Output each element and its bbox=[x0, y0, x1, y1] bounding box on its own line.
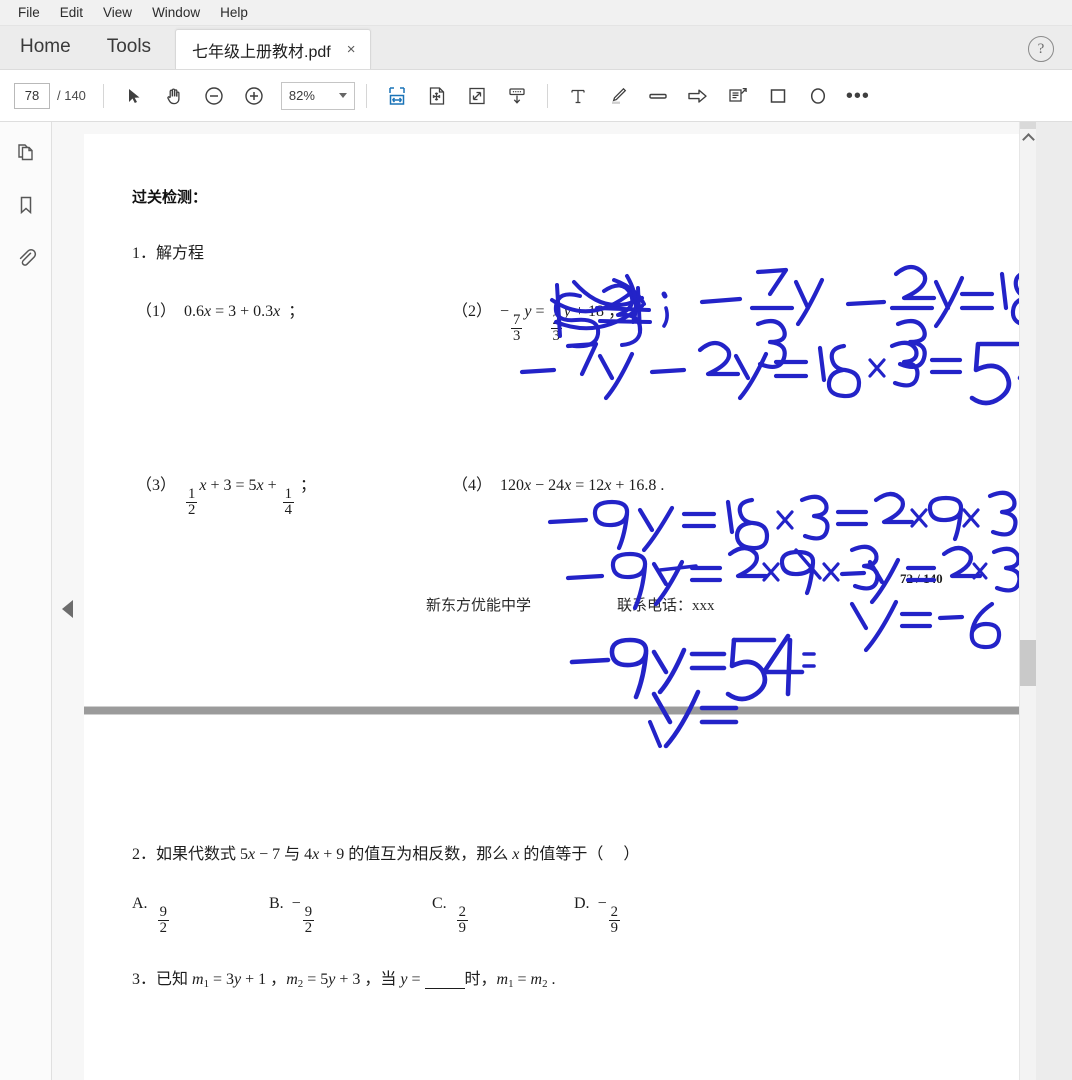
pan-page-icon[interactable] bbox=[418, 77, 456, 115]
choice-c[interactable]: C. 29 bbox=[432, 895, 470, 936]
fit-width-icon[interactable] bbox=[378, 77, 416, 115]
scrollbar-top-cap bbox=[1020, 122, 1037, 129]
note-icon[interactable] bbox=[719, 77, 757, 115]
choice-c-value: 29 bbox=[456, 903, 469, 936]
left-rail bbox=[0, 122, 52, 1080]
tab-home[interactable]: Home bbox=[0, 25, 89, 69]
document-tab[interactable]: 七年级上册教材.pdf × bbox=[175, 29, 371, 69]
hand-tool-icon[interactable] bbox=[155, 77, 193, 115]
equation-3: （3） 12x + 3 = 5x + 14 ； bbox=[136, 471, 316, 518]
choice-b-value: −9 2 bbox=[287, 895, 315, 936]
line-icon[interactable] bbox=[639, 77, 677, 115]
page-navigator: / 140 bbox=[14, 82, 86, 109]
choice-a[interactable]: A. 92 bbox=[132, 895, 171, 936]
attachments-icon[interactable] bbox=[9, 240, 43, 274]
tab-bar: Home Tools 七年级上册教材.pdf × ? bbox=[0, 26, 1072, 70]
choice-b-letter: B. bbox=[269, 895, 284, 912]
question-1-label: 1．解方程 bbox=[132, 245, 205, 262]
equation-4-tag: （4） bbox=[452, 477, 493, 494]
equation-2-expr: −7 3 y = 23y + 18 ； bbox=[496, 303, 625, 344]
zoom-out-icon[interactable] bbox=[195, 77, 233, 115]
equation-1-expr: 0.6x = 3 + 0.3x ； bbox=[180, 303, 305, 320]
equation-1-tag: （1） bbox=[136, 303, 177, 320]
close-icon[interactable]: × bbox=[343, 40, 360, 59]
document-tab-label: 七年级上册教材.pdf bbox=[192, 43, 331, 61]
equation-1: （1） 0.6x = 3 + 0.3x ； bbox=[136, 297, 304, 321]
vertical-scrollbar[interactable] bbox=[1019, 122, 1037, 1080]
zoom-in-icon[interactable] bbox=[235, 77, 273, 115]
fit-page-icon[interactable] bbox=[458, 77, 496, 115]
question-3: 3．已知 m1 = 3y + 1 ，m2 = 5y + 3 ，当 y = 时，m… bbox=[132, 971, 556, 991]
footer-school: 新东方优能中学 bbox=[426, 598, 532, 614]
menu-item-view[interactable]: View bbox=[93, 3, 142, 23]
choice-b[interactable]: B. −9 2 bbox=[269, 895, 316, 936]
zoom-level-select[interactable]: 82% bbox=[280, 81, 355, 110]
viewport-right-gutter bbox=[1036, 122, 1072, 1080]
add-text-icon[interactable] bbox=[559, 77, 597, 115]
choice-a-value: 92 bbox=[157, 903, 169, 936]
footer-phone: 联系电话：xxx bbox=[617, 598, 715, 614]
document-viewport[interactable]: 过关检测： 1．解方程 （1） 0.6x = 3 + 0.3x ； （2） −7… bbox=[52, 122, 1072, 1080]
rectangle-icon[interactable] bbox=[759, 77, 797, 115]
menu-item-file[interactable]: File bbox=[8, 3, 50, 23]
section-heading: 过关检测： bbox=[132, 189, 208, 206]
equation-4: （4） 120x − 24x = 12x + 16.8 . bbox=[452, 471, 664, 495]
equation-2-tag: （2） bbox=[452, 303, 493, 320]
page-separator bbox=[84, 706, 1022, 715]
menu-bar: File Edit View Window Help bbox=[0, 0, 1072, 26]
choice-d-letter: D. bbox=[574, 895, 590, 912]
equation-4-expr: 120x − 24x = 12x + 16.8 . bbox=[496, 477, 665, 494]
page-footer-number: 72 / 140 bbox=[900, 571, 943, 586]
page-total-label: / 140 bbox=[57, 88, 86, 103]
pdf-page-73: 2．如果代数式 5x − 7 与 4x + 9 的值互为相反数，那么 x 的值等… bbox=[84, 715, 1022, 1080]
previous-page-arrow[interactable] bbox=[62, 600, 73, 618]
ellipse-icon[interactable] bbox=[799, 77, 837, 115]
more-tools-icon[interactable]: ••• bbox=[839, 77, 877, 115]
help-circle-icon[interactable]: ? bbox=[1028, 36, 1054, 62]
choice-c-letter: C. bbox=[432, 895, 447, 912]
work-area: 过关检测： 1．解方程 （1） 0.6x = 3 + 0.3x ； （2） −7… bbox=[0, 122, 1072, 1080]
select-tool-icon[interactable] bbox=[115, 77, 153, 115]
pdf-page-72: 过关检测： 1．解方程 （1） 0.6x = 3 + 0.3x ； （2） −7… bbox=[84, 134, 1022, 706]
scrollbar-thumb[interactable] bbox=[1020, 640, 1037, 686]
tab-tools[interactable]: Tools bbox=[89, 25, 169, 69]
page-thumbnails-icon[interactable] bbox=[9, 136, 43, 170]
zoom-level-value: 82% bbox=[288, 88, 315, 103]
toolbar-divider-3 bbox=[546, 83, 548, 108]
toolbar-divider-2 bbox=[365, 83, 367, 108]
equation-3-expr: 12x + 3 = 5x + 14 ； bbox=[186, 477, 317, 518]
menu-item-help[interactable]: Help bbox=[210, 3, 258, 23]
arrow-icon[interactable] bbox=[679, 77, 717, 115]
highlighter-icon[interactable] bbox=[599, 77, 637, 115]
chevron-down-icon bbox=[338, 93, 347, 98]
page-number-input[interactable] bbox=[14, 82, 50, 109]
choice-d[interactable]: D. −2 9 bbox=[574, 895, 622, 936]
choice-a-letter: A. bbox=[132, 895, 148, 912]
scroll-up-arrow-icon[interactable] bbox=[1020, 129, 1037, 147]
equation-2: （2） −7 3 y = 23y + 18 ； bbox=[452, 297, 624, 344]
question-2: 2．如果代数式 5x − 7 与 4x + 9 的值互为相反数，那么 x 的值等… bbox=[132, 846, 640, 863]
menu-item-edit[interactable]: Edit bbox=[50, 3, 93, 23]
bookmarks-icon[interactable] bbox=[9, 188, 43, 222]
toolbar: / 140 82% bbox=[0, 70, 1072, 122]
choice-d-value: −2 9 bbox=[593, 895, 620, 936]
menu-item-window[interactable]: Window bbox=[142, 3, 210, 23]
equation-3-tag: （3） bbox=[136, 477, 177, 494]
scroll-mode-icon[interactable] bbox=[498, 77, 536, 115]
toolbar-divider-1 bbox=[102, 83, 104, 108]
